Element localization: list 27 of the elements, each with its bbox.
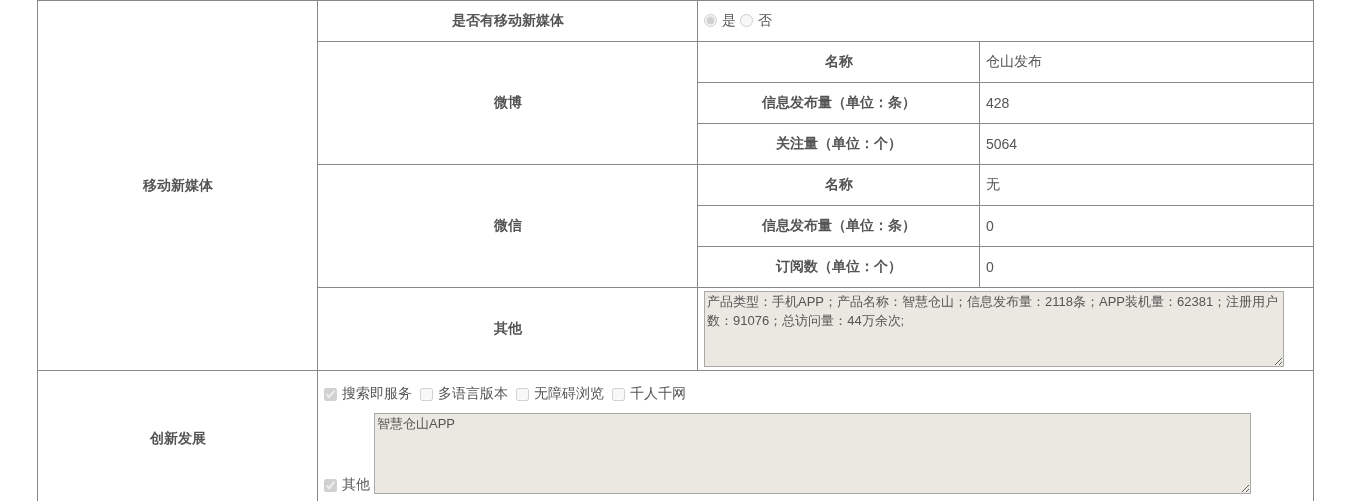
field-value: 0 bbox=[979, 246, 1314, 288]
field-value: 428 bbox=[979, 82, 1314, 124]
option-label: 否 bbox=[758, 11, 772, 30]
group-label: 微博 bbox=[317, 41, 698, 165]
row-label: 移动新媒体 bbox=[37, 0, 318, 371]
field-label: 是否有移动新媒体 bbox=[317, 0, 698, 42]
option-label: 无障碍浏览 bbox=[534, 385, 604, 403]
field-value: 5064 bbox=[979, 123, 1314, 165]
field-label: 信息发布量（单位：条） bbox=[697, 205, 980, 247]
option-label: 是 bbox=[722, 11, 736, 30]
field-label: 信息发布量（单位：条） bbox=[697, 82, 980, 124]
field-label: 名称 bbox=[697, 164, 980, 206]
field-value: 无 bbox=[979, 164, 1314, 206]
option-label: 其他 bbox=[342, 476, 370, 494]
field-label: 名称 bbox=[697, 41, 980, 83]
option-label: 多语言版本 bbox=[438, 385, 508, 403]
field-label: 关注量（单位：个） bbox=[697, 123, 980, 165]
field-label: 其他 bbox=[317, 287, 698, 371]
text-area[interactable]: 智慧仓山APP bbox=[374, 413, 1251, 494]
text-area[interactable]: 产品类型：手机APP；产品名称：智慧仓山；信息发布量：2118条；APP装机量：62381；注册用户数：91076；总访问量：44万余次; bbox=[704, 291, 1284, 367]
row-label: 创新发展 bbox=[37, 370, 318, 501]
field-value: 0 bbox=[979, 205, 1314, 247]
group-label: 微信 bbox=[317, 164, 698, 288]
field-value: 仓山发布 bbox=[979, 41, 1314, 83]
field-label: 订阅数（单位：个） bbox=[697, 246, 980, 288]
option-label: 千人千网 bbox=[630, 385, 686, 403]
option-label: 搜索即服务 bbox=[342, 385, 412, 403]
